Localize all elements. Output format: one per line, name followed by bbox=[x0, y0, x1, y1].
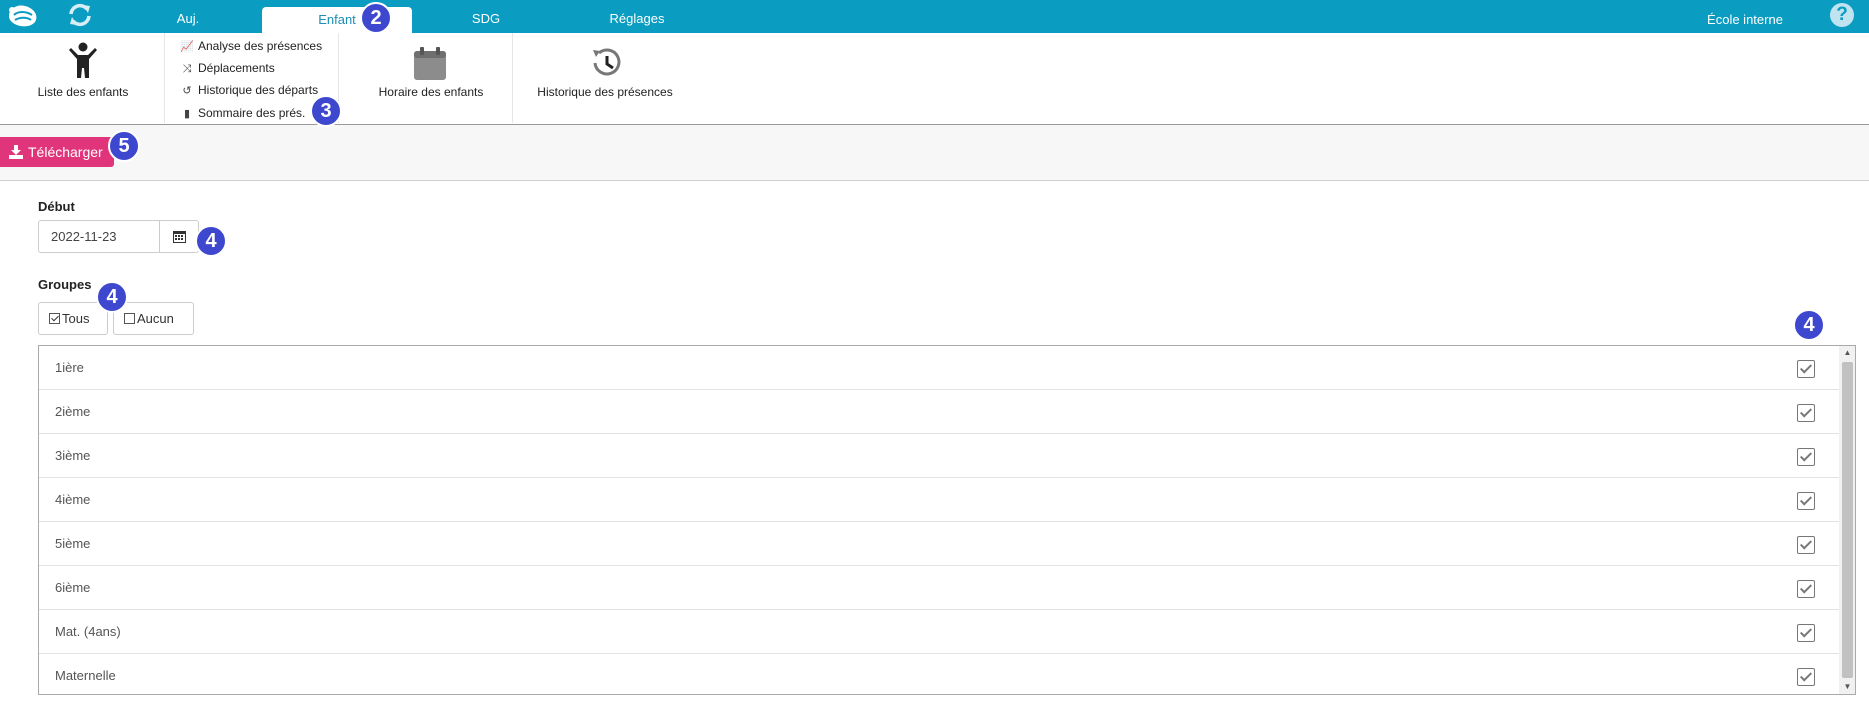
tab-today[interactable]: Auj. bbox=[160, 0, 216, 33]
attendance-summary-label: Sommaire des prés. bbox=[198, 106, 306, 120]
group-checkbox[interactable] bbox=[1797, 360, 1815, 378]
start-date-label: Début bbox=[38, 199, 75, 214]
download-icon bbox=[9, 145, 23, 159]
help-icon[interactable]: ? bbox=[1830, 3, 1854, 27]
download-label: Télécharger bbox=[28, 144, 103, 160]
list-item[interactable]: 1ière bbox=[39, 346, 1839, 390]
children-list-label: Liste des enfants bbox=[37, 85, 129, 99]
children-list-button[interactable]: Liste des enfants bbox=[20, 33, 146, 123]
departure-history-link[interactable]: ↺ Historique des départs bbox=[180, 81, 318, 99]
list-scrollbar[interactable]: ▲ ▼ bbox=[1839, 346, 1855, 694]
callout-badge: 4 bbox=[1793, 309, 1825, 341]
attendance-summary-link[interactable]: ▮ Sommaire des prés. bbox=[180, 104, 305, 122]
checked-box-icon bbox=[49, 313, 60, 324]
select-none-button[interactable]: Aucun bbox=[113, 302, 194, 335]
scroll-down-arrow-icon[interactable]: ▼ bbox=[1839, 680, 1855, 694]
group-checkbox[interactable] bbox=[1797, 668, 1815, 686]
group-name: 4ième bbox=[55, 492, 91, 507]
children-schedule-label: Horaire des enfants bbox=[378, 85, 484, 99]
list-item[interactable]: 4ième bbox=[39, 478, 1839, 522]
list-item[interactable]: 3ième bbox=[39, 434, 1839, 478]
list-item[interactable]: 2ième bbox=[39, 390, 1839, 434]
callout-badge: 4 bbox=[96, 281, 128, 313]
departure-history-label: Historique des départs bbox=[198, 83, 319, 97]
attendance-analysis-label: Analyse des présences bbox=[198, 39, 323, 53]
attendance-analysis-link[interactable]: 📈 Analyse des présences bbox=[180, 37, 322, 55]
select-all-label: Tous bbox=[62, 311, 90, 326]
chart-line-icon: 📈 bbox=[180, 41, 194, 53]
group-name: 3ième bbox=[55, 448, 91, 463]
group-checkbox[interactable] bbox=[1797, 448, 1815, 466]
group-name: 6ième bbox=[55, 580, 91, 595]
select-all-button[interactable]: Tous bbox=[38, 302, 108, 335]
app-logo-icon[interactable] bbox=[6, 2, 40, 30]
scroll-thumb[interactable] bbox=[1842, 362, 1853, 678]
group-checkbox[interactable] bbox=[1797, 624, 1815, 642]
group-checkbox[interactable] bbox=[1797, 404, 1815, 422]
sync-icon[interactable] bbox=[66, 1, 94, 29]
tab-sdg[interactable]: SDG bbox=[456, 0, 516, 33]
group-checkbox[interactable] bbox=[1797, 580, 1815, 598]
history-icon bbox=[593, 48, 621, 76]
group-name: 2ième bbox=[55, 404, 91, 419]
group-checkbox[interactable] bbox=[1797, 492, 1815, 510]
history-icon: ↺ bbox=[182, 85, 192, 97]
group-name: Mat. (4ans) bbox=[55, 624, 121, 639]
callout-badge: 2 bbox=[360, 2, 392, 34]
tab-settings[interactable]: Réglages bbox=[595, 0, 679, 33]
shuffle-icon: ⤨ bbox=[182, 63, 192, 75]
attendance-history-label: Historique des présences bbox=[537, 85, 673, 99]
movements-link[interactable]: ⤨ Déplacements bbox=[180, 59, 275, 77]
download-button[interactable]: Télécharger bbox=[0, 137, 114, 167]
action-bar: Télécharger bbox=[0, 125, 1869, 181]
list-item[interactable]: 5ième bbox=[39, 522, 1839, 566]
attendance-history-button[interactable]: Historique des présences bbox=[530, 33, 680, 123]
calendar-icon bbox=[414, 47, 446, 80]
date-picker-button[interactable] bbox=[159, 220, 199, 253]
callout-badge: 4 bbox=[195, 225, 227, 257]
select-none-label: Aucun bbox=[137, 311, 174, 326]
callout-badge: 3 bbox=[310, 95, 342, 127]
list-item[interactable]: Maternelle bbox=[39, 654, 1839, 694]
group-name: 5ième bbox=[55, 536, 91, 551]
group-name: 1ière bbox=[55, 360, 84, 375]
group-checkbox[interactable] bbox=[1797, 536, 1815, 554]
child-figure-icon bbox=[69, 42, 97, 78]
book-icon: ▮ bbox=[183, 108, 191, 120]
groups-list[interactable]: 1ière 2ième 3ième 4ième 5ième 6ième Mat.… bbox=[38, 345, 1856, 695]
empty-box-icon bbox=[124, 313, 135, 324]
calendar-icon bbox=[173, 231, 186, 243]
scroll-up-arrow-icon[interactable]: ▲ bbox=[1839, 346, 1855, 360]
children-schedule-button[interactable]: Horaire des enfants bbox=[372, 33, 490, 123]
list-item[interactable]: 6ième bbox=[39, 566, 1839, 610]
groups-label: Groupes bbox=[38, 277, 92, 292]
group-name: Maternelle bbox=[55, 668, 116, 683]
top-navigation-bar: Auj. Enfant SDG Réglages École interne ? bbox=[0, 0, 1869, 33]
movements-label: Déplacements bbox=[198, 61, 275, 75]
ribbon-toolbar: Liste des enfants 📈 Analyse des présences… bbox=[0, 33, 1869, 125]
start-date-input[interactable]: 2022-11-23 bbox=[38, 220, 160, 253]
ribbon-divider bbox=[164, 33, 165, 123]
list-item[interactable]: Mat. (4ans) bbox=[39, 610, 1839, 654]
callout-badge: 5 bbox=[108, 130, 140, 162]
ribbon-divider bbox=[512, 33, 513, 123]
